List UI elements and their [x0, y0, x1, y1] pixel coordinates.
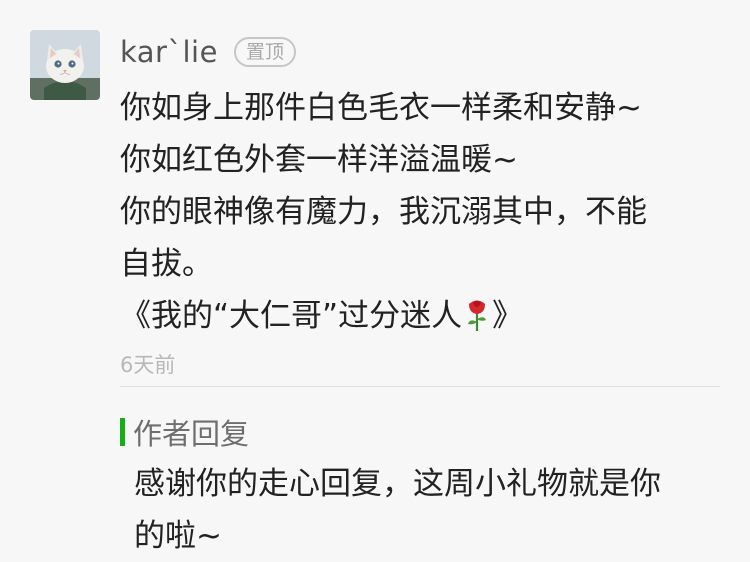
- comment-line: 你如红色外套一样洋溢温暖~: [120, 142, 518, 178]
- comment-line: 自拔。: [120, 246, 213, 282]
- pinned-badge: 置顶: [233, 37, 296, 67]
- comment-line-last: 《我的“大仁哥”过分迷人 》: [120, 290, 720, 348]
- timestamp: 6天前: [120, 353, 176, 377]
- comment-text: 你如身上那件白色毛衣一样柔和安静~ 你如红色外套一样洋溢温暖~ 你的眼神像有魔力…: [120, 82, 720, 348]
- comment-line: 你的眼神像有魔力，我沉溺其中，不能: [120, 194, 647, 230]
- comment-line-before-icon: 《我的“大仁哥”过分迷人: [120, 298, 463, 334]
- cat-avatar-image: [30, 30, 100, 100]
- rose-icon: [464, 296, 490, 348]
- comment-header: kar`lie 置顶: [120, 26, 720, 78]
- reply-accent-bar: [120, 418, 125, 446]
- comment: kar`lie 置顶 你如身上那件白色毛衣一样柔和安静~ 你如红色外套一样洋溢温…: [120, 26, 720, 382]
- comment-line-after-icon: 》: [492, 298, 524, 334]
- comment-line: 你如身上那件白色毛衣一样柔和安静~: [120, 90, 642, 126]
- divider: [120, 386, 720, 387]
- reply-header: 作者回复: [120, 410, 720, 454]
- reply-line: 的啦~: [134, 518, 222, 554]
- reply-title: 作者回复: [133, 417, 250, 451]
- avatar[interactable]: [30, 30, 100, 100]
- reply-text: 感谢你的走心回复，这周小礼物就是你 的啦~: [120, 458, 720, 562]
- author-reply: 作者回复 感谢你的走心回复，这周小礼物就是你 的啦~: [120, 410, 720, 562]
- username[interactable]: kar`lie: [120, 35, 218, 69]
- reply-line: 感谢你的走心回复，这周小礼物就是你: [134, 466, 661, 502]
